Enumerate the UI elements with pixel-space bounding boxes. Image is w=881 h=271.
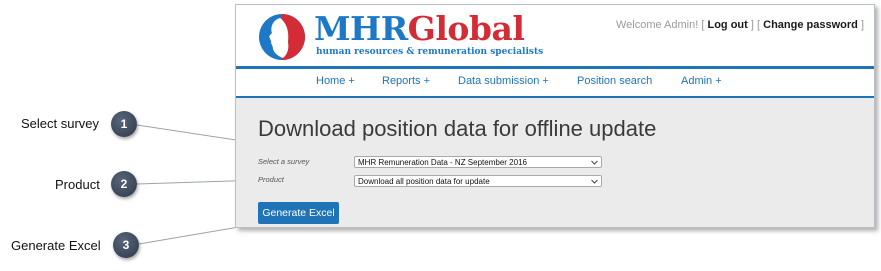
callout-label-1: Select survey [21, 116, 100, 131]
bracket-open: [ [701, 19, 705, 31]
nav-item-reports[interactable]: Reports + [382, 75, 430, 87]
main-nav: Home + Reports + Data submission + Posit… [236, 69, 874, 98]
callout-label-3: Generate Excel [11, 238, 101, 253]
app-screenshot: MHRGlobal human resources & remuneration… [235, 4, 875, 228]
brand-name-part1: MHR [314, 9, 408, 48]
survey-select-value: MHR Remuneration Data - NZ September 201… [358, 158, 527, 167]
product-select-value: Download all position data for update [358, 177, 490, 186]
main-content: Download position data for offline updat… [236, 98, 874, 227]
user-bar: Welcome Admin! [ Log out ] [ Change pass… [616, 19, 864, 31]
chevron-down-icon [591, 160, 598, 165]
bracket-close: ] [750, 19, 754, 31]
profile-faces-logo-icon [259, 14, 305, 60]
welcome-text: Welcome Admin! [615, 19, 699, 31]
brand-name: MHRGlobal [314, 9, 525, 48]
nav-item-position-search[interactable]: Position search [577, 75, 652, 87]
change-password-link[interactable]: Change password [763, 19, 858, 31]
survey-label: Select a survey [258, 157, 310, 166]
generate-excel-button[interactable]: Generate Excel [258, 202, 339, 224]
brand-name-part2: Global [407, 9, 525, 48]
nav-item-admin[interactable]: Admin + [681, 75, 722, 87]
callout-badge-1: 1 [111, 111, 137, 137]
nav-item-home[interactable]: Home + [316, 75, 355, 87]
product-select[interactable]: Download all position data for update [354, 175, 602, 187]
nav-item-data-submission[interactable]: Data submission + [458, 75, 549, 87]
survey-select[interactable]: MHR Remuneration Data - NZ September 201… [354, 156, 602, 168]
brand-tagline: human resources & remuneration specialis… [316, 47, 544, 57]
page-title: Download position data for offline updat… [258, 116, 657, 141]
bracket-open: [ [757, 19, 761, 31]
site-header: MHRGlobal human resources & remuneration… [236, 5, 874, 67]
chevron-down-icon [591, 179, 598, 184]
callout-badge-2: 2 [111, 171, 137, 197]
bracket-close: ] [860, 19, 864, 31]
callout-label-2: Product [55, 177, 100, 192]
callout-badge-3: 3 [113, 232, 139, 258]
logout-link[interactable]: Log out [707, 19, 747, 31]
product-label: Product [258, 175, 284, 184]
